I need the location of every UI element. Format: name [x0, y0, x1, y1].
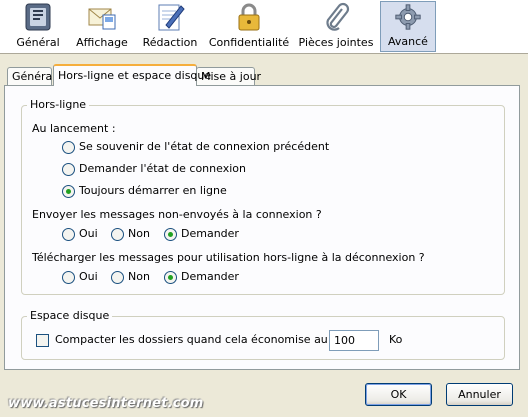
download-ask-radio[interactable]: [164, 271, 177, 284]
compact-folders-label[interactable]: Compacter les dossiers quand cela économ…: [55, 333, 364, 346]
tab-strip: Général Hors-ligne et espace disque Mise…: [0, 62, 528, 86]
toolbar-compose-label: Rédaction: [142, 36, 198, 49]
toolbar-privacy-button[interactable]: Confidentialité: [208, 1, 290, 52]
download-yes-label[interactable]: Oui: [79, 270, 98, 283]
tab-offline-disk[interactable]: Hors-ligne et espace disque: [53, 64, 211, 86]
toolbar-advanced-button[interactable]: Avancé: [380, 1, 436, 52]
download-no-label[interactable]: Non: [128, 270, 150, 283]
toolbar-compose-button[interactable]: Rédaction: [140, 1, 200, 52]
lock-icon: [238, 3, 260, 31]
tab-panel: Hors-ligne Au lancement : Se souvenir de…: [4, 85, 520, 370]
cancel-button[interactable]: Annuler: [446, 383, 513, 406]
toolbar-attachments-button[interactable]: Pièces jointes: [298, 1, 374, 52]
startup-remember-radio[interactable]: [62, 141, 75, 154]
send-label: Envoyer les messages non-envoyés à la co…: [32, 208, 322, 221]
send-no-label[interactable]: Non: [128, 227, 150, 240]
send-no-radio[interactable]: [111, 228, 124, 241]
startup-ask-radio[interactable]: [62, 163, 75, 176]
startup-remember-label[interactable]: Se souvenir de l'état de connexion précé…: [79, 140, 329, 153]
general-icon: [25, 3, 51, 31]
paperclip-icon: [326, 2, 350, 31]
startup-ask-label[interactable]: Demander l'état de connexion: [79, 162, 246, 175]
preferences-toolbar: Général Affichage Rédaction Confidential…: [0, 0, 528, 54]
tab-general[interactable]: Général: [7, 67, 55, 85]
compact-unit-label: Ko: [389, 333, 403, 346]
send-yes-label[interactable]: Oui: [79, 227, 98, 240]
toolbar-privacy-label: Confidentialité: [208, 36, 290, 49]
offline-group: Hors-ligne Au lancement : Se souvenir de…: [21, 98, 505, 295]
startup-label: Au lancement :: [32, 122, 116, 135]
compact-threshold-input[interactable]: [329, 330, 379, 351]
offline-legend: Hors-ligne: [27, 98, 90, 111]
send-ask-label[interactable]: Demander: [181, 227, 239, 240]
toolbar-general-label: Général: [16, 36, 60, 49]
send-yes-radio[interactable]: [62, 228, 75, 241]
display-icon: [88, 8, 116, 30]
toolbar-general-button[interactable]: Général: [6, 1, 70, 52]
ok-button[interactable]: OK: [365, 383, 432, 406]
compact-folders-checkbox[interactable]: [36, 334, 49, 347]
download-label: Télécharger les messages pour utilisatio…: [32, 251, 425, 264]
compose-icon: [158, 4, 185, 31]
disk-space-group: Espace disque Compacter les dossiers qua…: [21, 309, 505, 360]
toolbar-advanced-label: Avancé: [388, 35, 428, 48]
disk-space-legend: Espace disque: [27, 309, 113, 322]
toolbar-display-label: Affichage: [76, 36, 128, 49]
download-yes-radio[interactable]: [62, 271, 75, 284]
download-ask-label[interactable]: Demander: [181, 270, 239, 283]
gear-icon: [395, 4, 421, 30]
download-no-radio[interactable]: [111, 271, 124, 284]
send-ask-radio[interactable]: [164, 228, 177, 241]
toolbar-display-button[interactable]: Affichage: [72, 1, 132, 52]
startup-online-label[interactable]: Toujours démarrer en ligne: [79, 184, 227, 197]
startup-online-radio[interactable]: [62, 185, 75, 198]
site-watermark: www.astucesinternet.com: [8, 396, 204, 411]
toolbar-attachments-label: Pièces jointes: [298, 36, 374, 49]
